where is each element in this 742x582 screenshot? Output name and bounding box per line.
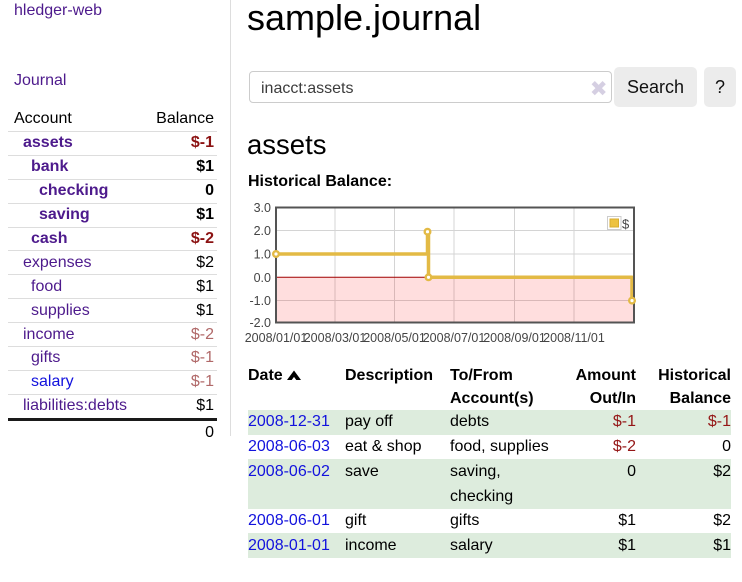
svg-text:0.0: 0.0 (254, 271, 271, 285)
svg-text:3.0: 3.0 (254, 201, 271, 215)
svg-text:2008/07/01: 2008/07/01 (423, 331, 486, 345)
svg-text:2008/05/01: 2008/05/01 (363, 331, 426, 345)
svg-text:1.0: 1.0 (254, 248, 271, 262)
svg-text:2008/01/01: 2008/01/01 (245, 331, 308, 345)
svg-text:2008/09/01: 2008/09/01 (483, 331, 546, 345)
svg-text:-1.0: -1.0 (249, 294, 271, 308)
svg-text:2008/03/01: 2008/03/01 (304, 331, 367, 345)
svg-text:2.0: 2.0 (254, 224, 271, 238)
svg-text:-2.0: -2.0 (249, 316, 271, 330)
svg-text:2008/11/01: 2008/11/01 (543, 331, 605, 345)
svg-text:$: $ (622, 217, 630, 232)
